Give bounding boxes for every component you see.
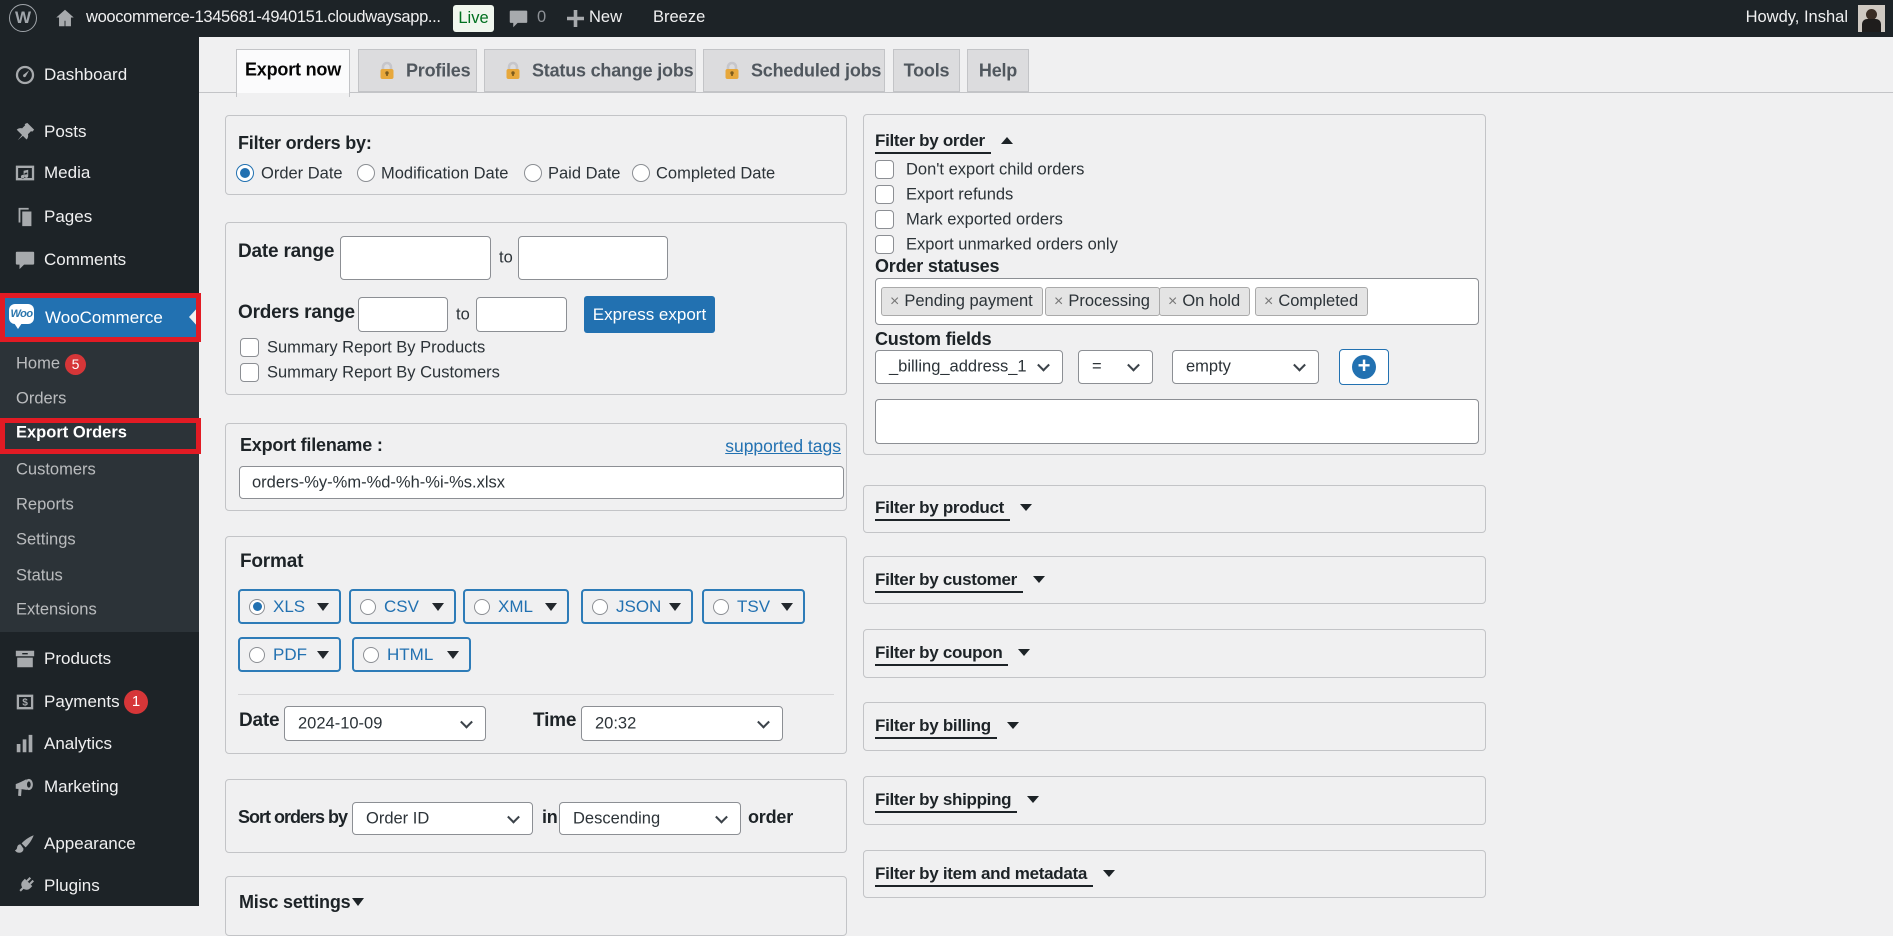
svg-text:$: $ (22, 698, 28, 709)
